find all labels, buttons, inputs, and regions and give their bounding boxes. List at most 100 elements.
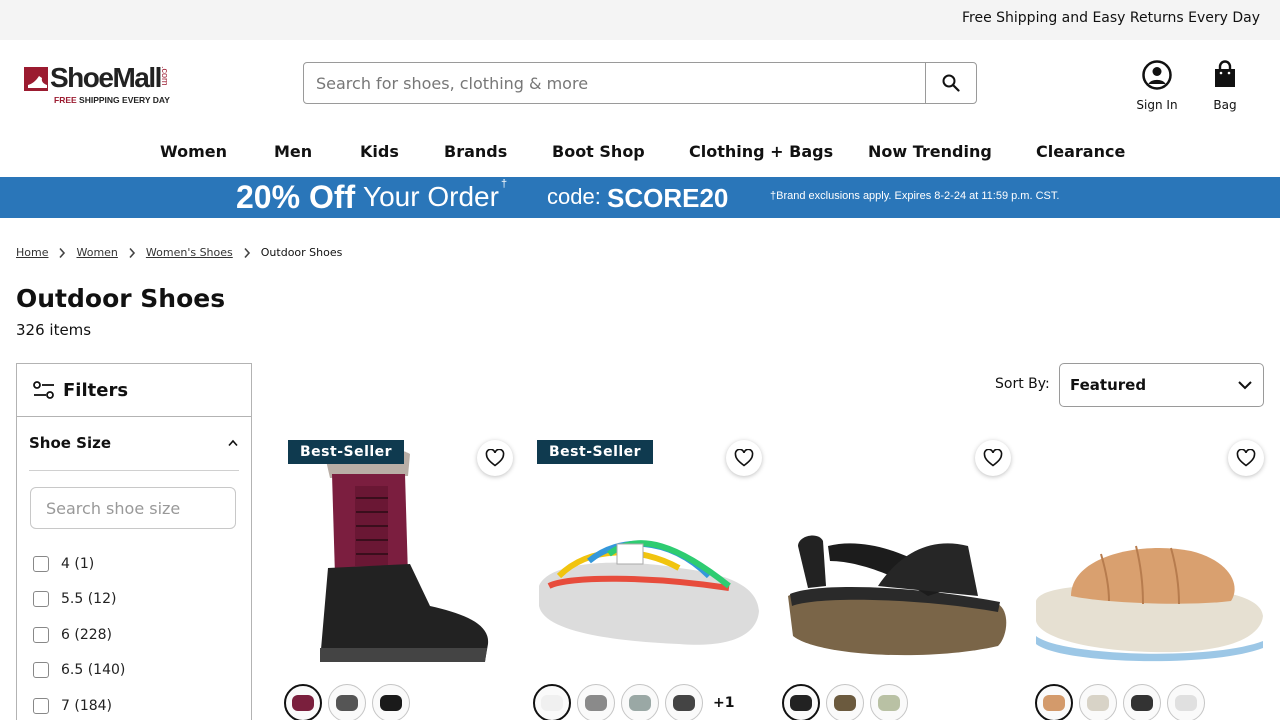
promo-code-label: code: xyxy=(547,184,601,209)
divider xyxy=(29,470,239,471)
filters-toggle[interactable]: Filters xyxy=(17,364,251,417)
search-button[interactable] xyxy=(925,63,976,103)
color-swatch[interactable] xyxy=(621,684,659,720)
favorite-button[interactable] xyxy=(1228,440,1264,476)
sign-in-label: Sign In xyxy=(1136,98,1178,112)
size-option-6-5[interactable]: 6.5 (140) xyxy=(33,653,125,689)
size-option-5-5[interactable]: 5.5 (12) xyxy=(33,582,125,618)
nav-brands[interactable]: Brands xyxy=(444,142,507,161)
breadcrumb-women[interactable]: Women xyxy=(76,246,117,259)
size-option-4[interactable]: 4 (1) xyxy=(33,546,125,582)
color-swatch[interactable] xyxy=(533,684,571,720)
bag-label: Bag xyxy=(1213,98,1237,112)
product-card: Best-Seller +1 xyxy=(529,436,762,720)
checkbox[interactable] xyxy=(33,555,49,572)
swatch-color xyxy=(1131,695,1153,711)
color-swatch[interactable] xyxy=(665,684,703,720)
swatch-color xyxy=(541,695,563,711)
nav-kids[interactable]: Kids xyxy=(360,142,399,161)
promo-banner[interactable]: 20% Off Your Order † code: SCORE20 †Bran… xyxy=(0,177,1280,218)
swatch-color xyxy=(1087,695,1109,711)
heart-icon xyxy=(485,449,505,467)
color-swatch[interactable] xyxy=(284,684,322,720)
heart-icon xyxy=(734,449,754,467)
size-option-label: 5.5 (12) xyxy=(61,591,117,608)
color-swatch[interactable] xyxy=(372,684,410,720)
product-card xyxy=(1031,436,1264,720)
nav-boot-shop[interactable]: Boot Shop xyxy=(552,142,645,161)
color-swatch[interactable] xyxy=(870,684,908,720)
product-card: Best-Seller xyxy=(280,436,513,720)
promo-dagger: † xyxy=(501,178,508,190)
swatch-color xyxy=(834,695,856,711)
search-input[interactable] xyxy=(304,63,925,103)
sort-select[interactable]: Featured xyxy=(1059,363,1264,407)
filters-panel: Filters Shoe Size 4 (1) 5.5 (12) 6 (228)… xyxy=(16,363,252,720)
best-seller-badge: Best-Seller xyxy=(537,440,654,464)
swatch-color xyxy=(790,695,812,711)
nav-men[interactable]: Men xyxy=(274,142,312,161)
checkbox[interactable] xyxy=(33,591,49,608)
color-swatch[interactable] xyxy=(782,684,820,720)
swatch-color xyxy=(380,695,402,711)
shoe-size-toggle[interactable]: Shoe Size xyxy=(29,434,239,452)
shoe-size-title: Shoe Size xyxy=(29,434,112,452)
checkbox[interactable] xyxy=(33,697,49,714)
user-icon xyxy=(1142,60,1172,90)
breadcrumb: Home Women Women's Shoes Outdoor Shoes xyxy=(16,246,342,259)
filter-sliders-icon xyxy=(33,381,54,399)
winter-boot-image xyxy=(320,447,489,662)
logo-com: .com xyxy=(160,66,170,86)
color-swatch[interactable] xyxy=(1079,684,1117,720)
shoe-size-search-input[interactable] xyxy=(30,487,236,529)
main-nav: Women Men Kids Brands Boot Shop Clothing… xyxy=(0,142,1280,168)
size-option-7[interactable]: 7 (184) xyxy=(33,688,125,720)
sign-in-button[interactable]: Sign In xyxy=(1127,60,1187,112)
shoe-size-list: 4 (1) 5.5 (12) 6 (228) 6.5 (140) 7 (184) xyxy=(33,546,125,720)
breadcrumb-womens-shoes[interactable]: Women's Shoes xyxy=(146,246,233,259)
promo-headline-rest: Your Order xyxy=(363,181,499,212)
color-swatches xyxy=(782,684,914,720)
bag-button[interactable]: Bag xyxy=(1195,60,1255,112)
color-swatch[interactable] xyxy=(826,684,864,720)
color-swatch[interactable] xyxy=(328,684,366,720)
promo-headline: 20% Off xyxy=(236,179,356,215)
checkbox[interactable] xyxy=(33,662,49,679)
breadcrumb-home[interactable]: Home xyxy=(16,246,48,259)
rainbow-sandal-image xyxy=(539,540,759,645)
favorite-button[interactable] xyxy=(726,440,762,476)
color-swatch[interactable] xyxy=(1123,684,1161,720)
favorite-button[interactable] xyxy=(477,440,513,476)
color-swatches xyxy=(1035,684,1211,720)
checkbox[interactable] xyxy=(33,626,49,643)
more-colors-count[interactable]: +1 xyxy=(713,695,734,711)
platform-sandal-image xyxy=(788,535,1007,656)
favorite-button[interactable] xyxy=(975,440,1011,476)
promo-fine-print: †Brand exclusions apply. Expires 8-2-24 … xyxy=(770,190,1060,202)
nav-clothing-bags[interactable]: Clothing + Bags xyxy=(689,142,833,161)
search-icon xyxy=(942,74,960,92)
product-image[interactable]: Best-Seller xyxy=(280,436,513,668)
color-swatches: +1 xyxy=(533,684,734,720)
swatch-color xyxy=(585,695,607,711)
shoemall-logo[interactable]: ShoeMall .com FREE SHIPPING EVERY DAY xyxy=(24,62,184,108)
product-image[interactable] xyxy=(778,436,1011,668)
nav-clearance[interactable]: Clearance xyxy=(1036,142,1125,161)
product-image[interactable] xyxy=(1031,436,1264,668)
nav-now-trending[interactable]: Now Trending xyxy=(868,142,992,161)
product-image[interactable]: Best-Seller xyxy=(529,436,762,668)
color-swatch[interactable] xyxy=(1167,684,1205,720)
swatch-color xyxy=(1175,695,1197,711)
swatch-color xyxy=(336,695,358,711)
logo-tagline: FREE SHIPPING EVERY DAY xyxy=(54,95,170,105)
sort-by-label: Sort By: xyxy=(995,376,1050,392)
size-option-6[interactable]: 6 (228) xyxy=(33,617,125,653)
heart-icon xyxy=(1236,449,1256,467)
color-swatch[interactable] xyxy=(577,684,615,720)
page-title: Outdoor Shoes xyxy=(16,284,226,313)
logo-wordmark: ShoeMall xyxy=(50,62,162,93)
swatch-color xyxy=(673,695,695,711)
swatch-color xyxy=(292,695,314,711)
nav-women[interactable]: Women xyxy=(160,142,227,161)
color-swatch[interactable] xyxy=(1035,684,1073,720)
